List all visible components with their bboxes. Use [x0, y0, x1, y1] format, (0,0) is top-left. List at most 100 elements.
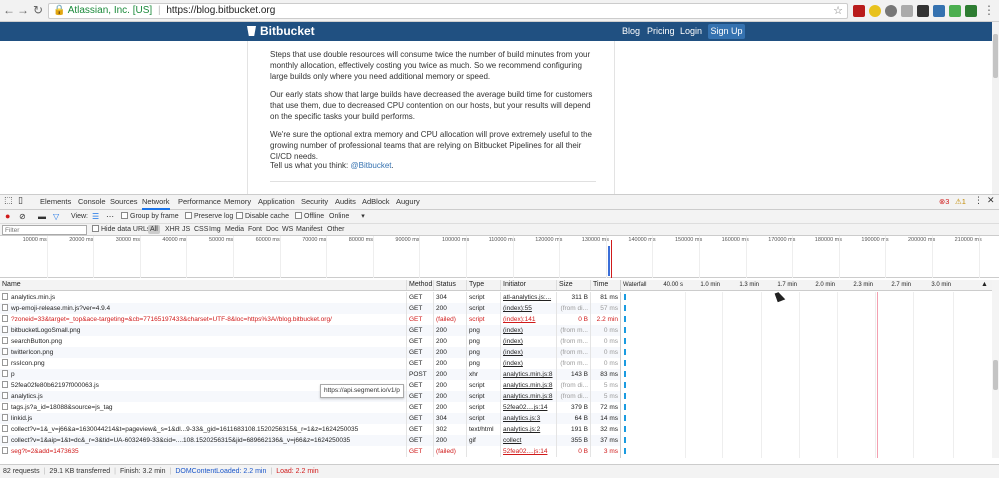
- filter-type-media[interactable]: Media: [225, 224, 244, 235]
- throttle-select[interactable]: Online ▾: [329, 210, 365, 223]
- tab-performance[interactable]: Performance: [178, 197, 221, 207]
- device-toolbar-icon[interactable]: ▯: [18, 195, 23, 205]
- bookmark-star-icon[interactable]: ☆: [833, 4, 843, 18]
- extension-icon[interactable]: [917, 5, 929, 17]
- tab-elements[interactable]: Elements: [40, 197, 71, 207]
- column-method[interactable]: Method: [406, 280, 432, 290]
- filter-type-other[interactable]: Other: [327, 224, 345, 235]
- filter-type-xhr[interactable]: XHR: [165, 224, 180, 235]
- tab-application[interactable]: Application: [258, 197, 295, 207]
- table-row[interactable]: wp-emoji-release.min.js?ver=4.9.4 GET 200 s…: [0, 303, 620, 314]
- network-overview[interactable]: 10000 ms 20000 ms 30000 ms 40000 ms 50000 ms…: [0, 236, 999, 278]
- cell-initiator[interactable]: 52fea02....js:14: [503, 404, 547, 411]
- filter-type-manifest[interactable]: Manifest: [296, 224, 322, 235]
- tab-audits[interactable]: Audits: [335, 197, 356, 207]
- overview-icon[interactable]: ⋯: [106, 210, 114, 223]
- sign-up-button[interactable]: Sign Up: [708, 24, 745, 39]
- tab-augury[interactable]: Augury: [396, 197, 420, 207]
- tab-security[interactable]: Security: [301, 197, 328, 207]
- extension-icon[interactable]: [965, 5, 977, 17]
- filter-type-doc[interactable]: Doc: [266, 224, 278, 235]
- table-row[interactable]: searchButton.png GET 200 png (index) (from m.…: [0, 336, 620, 347]
- offline-toggle[interactable]: Offline: [295, 210, 324, 223]
- cell-initiator[interactable]: (index): [503, 360, 523, 367]
- table-row[interactable]: collect?v=1&aip=1&t=dc&_r=3&tid=UA-60324…: [0, 435, 620, 446]
- waterfall-header[interactable]: Waterfall 40.00 s 1.0 min 1.3 min 1.7 min 2.…: [620, 280, 999, 291]
- cell-initiator[interactable]: 52fea02....js:14: [503, 448, 547, 455]
- cell-initiator[interactable]: (index):141: [503, 316, 536, 323]
- table-row[interactable]: ?zoneid=33&target=_top&ace-targeting=&cb…: [0, 314, 620, 325]
- forward-icon[interactable]: →: [16, 3, 30, 17]
- checkbox[interactable]: [121, 212, 128, 219]
- warning-count[interactable]: ⚠1: [955, 197, 966, 207]
- checkbox[interactable]: [185, 212, 192, 219]
- table-row[interactable]: twitterIcon.png GET 200 png (index) (from m..…: [0, 347, 620, 358]
- filter-type-ws[interactable]: WS: [282, 224, 293, 235]
- column-time[interactable]: Time: [590, 280, 608, 290]
- column-size[interactable]: Size: [556, 280, 573, 290]
- menu-icon[interactable]: ⋮: [982, 3, 996, 17]
- cell-initiator[interactable]: analytics.js:2: [503, 426, 540, 433]
- preserve-log-toggle[interactable]: Preserve log: [185, 210, 233, 223]
- group-by-frame-toggle[interactable]: Group by frame: [121, 210, 179, 223]
- page-scrollbar[interactable]: [992, 22, 999, 194]
- nav-pricing[interactable]: Pricing: [647, 25, 675, 38]
- clear-icon[interactable]: ⊘: [19, 210, 26, 223]
- cell-initiator[interactable]: (index):55: [503, 305, 532, 312]
- scrollbar-thumb[interactable]: [993, 360, 998, 390]
- nav-login[interactable]: Login: [680, 25, 702, 38]
- checkbox[interactable]: [92, 225, 99, 232]
- tab-network[interactable]: Network: [142, 197, 170, 210]
- back-icon[interactable]: ←: [2, 3, 16, 17]
- column-type[interactable]: Type: [466, 280, 484, 290]
- filter-type-css[interactable]: CSS: [194, 224, 208, 235]
- cell-initiator[interactable]: analytics.min.js:8: [503, 382, 553, 389]
- site-brand[interactable]: Bitbucket: [247, 24, 315, 39]
- table-row[interactable]: analytics.js GET 200 script analytics.min.js…: [0, 391, 620, 402]
- table-row[interactable]: bitbucketLogoSmall.png GET 200 png (index) (f…: [0, 325, 620, 336]
- table-row[interactable]: linkid.js GET 304 script analytics.js:3 64 B 1…: [0, 413, 620, 424]
- filter-icon[interactable]: ▽: [53, 210, 59, 223]
- cell-initiator[interactable]: atl-analytics.js:...: [503, 294, 551, 301]
- filter-type-all[interactable]: All: [148, 225, 160, 234]
- waterfall-scrollbar[interactable]: [992, 280, 999, 458]
- extension-icon[interactable]: [853, 5, 865, 17]
- filter-type-js[interactable]: JS: [182, 224, 190, 235]
- filter-type-img[interactable]: Img: [209, 224, 221, 235]
- cell-initiator[interactable]: (index): [503, 338, 523, 345]
- checkbox[interactable]: [295, 212, 302, 219]
- filter-input[interactable]: [2, 225, 87, 235]
- cell-initiator[interactable]: analytics.min.js:8: [503, 371, 553, 378]
- reload-icon[interactable]: ↻: [31, 3, 45, 17]
- table-row[interactable]: rssIcon.png GET 200 png (index) (from m... 0 m…: [0, 358, 620, 369]
- table-row[interactable]: p POST 200 xhr analytics.min.js:8 143 B 83 ms: [0, 369, 620, 380]
- error-count[interactable]: ⊗3: [939, 197, 949, 207]
- screenshot-icon[interactable]: ▬: [38, 210, 46, 223]
- extension-icon[interactable]: [933, 5, 945, 17]
- tab-adblock[interactable]: AdBlock: [362, 197, 390, 207]
- table-row[interactable]: 52fea02fe80b62197f000063.js GET 200 script a…: [0, 380, 620, 391]
- address-bar[interactable]: 🔒 Atlassian, Inc. [US] | https://blog.bi…: [48, 3, 848, 19]
- cell-initiator[interactable]: collect: [503, 437, 521, 444]
- cell-initiator[interactable]: (index): [503, 327, 523, 334]
- bitbucket-twitter-link[interactable]: @Bitbucket: [350, 161, 391, 170]
- close-icon[interactable]: ✕: [987, 195, 995, 205]
- column-initiator[interactable]: Initiator: [500, 280, 526, 290]
- nav-blog[interactable]: Blog: [622, 25, 640, 38]
- cell-initiator[interactable]: (index): [503, 349, 523, 356]
- large-rows-icon[interactable]: ☰: [92, 210, 99, 223]
- table-row[interactable]: tags.js?a_id=18088&source=js_tag GET 200 sc…: [0, 402, 620, 413]
- more-icon[interactable]: ⋮: [974, 195, 983, 205]
- hide-data-urls-toggle[interactable]: Hide data URLs: [92, 224, 150, 235]
- tab-memory[interactable]: Memory: [224, 197, 251, 207]
- record-icon[interactable]: ●: [5, 210, 10, 223]
- page-scrollbar-thumb[interactable]: [993, 34, 998, 78]
- extension-icon[interactable]: [885, 5, 897, 17]
- extension-icon[interactable]: [949, 5, 961, 17]
- cell-initiator[interactable]: analytics.js:3: [503, 415, 540, 422]
- column-name[interactable]: Name: [0, 280, 21, 290]
- checkbox[interactable]: [236, 212, 243, 219]
- disable-cache-toggle[interactable]: Disable cache: [236, 210, 289, 223]
- tab-console[interactable]: Console: [78, 197, 106, 207]
- table-row[interactable]: seg?t=2&add=1473635 GET (failed) 52fea02...…: [0, 446, 620, 457]
